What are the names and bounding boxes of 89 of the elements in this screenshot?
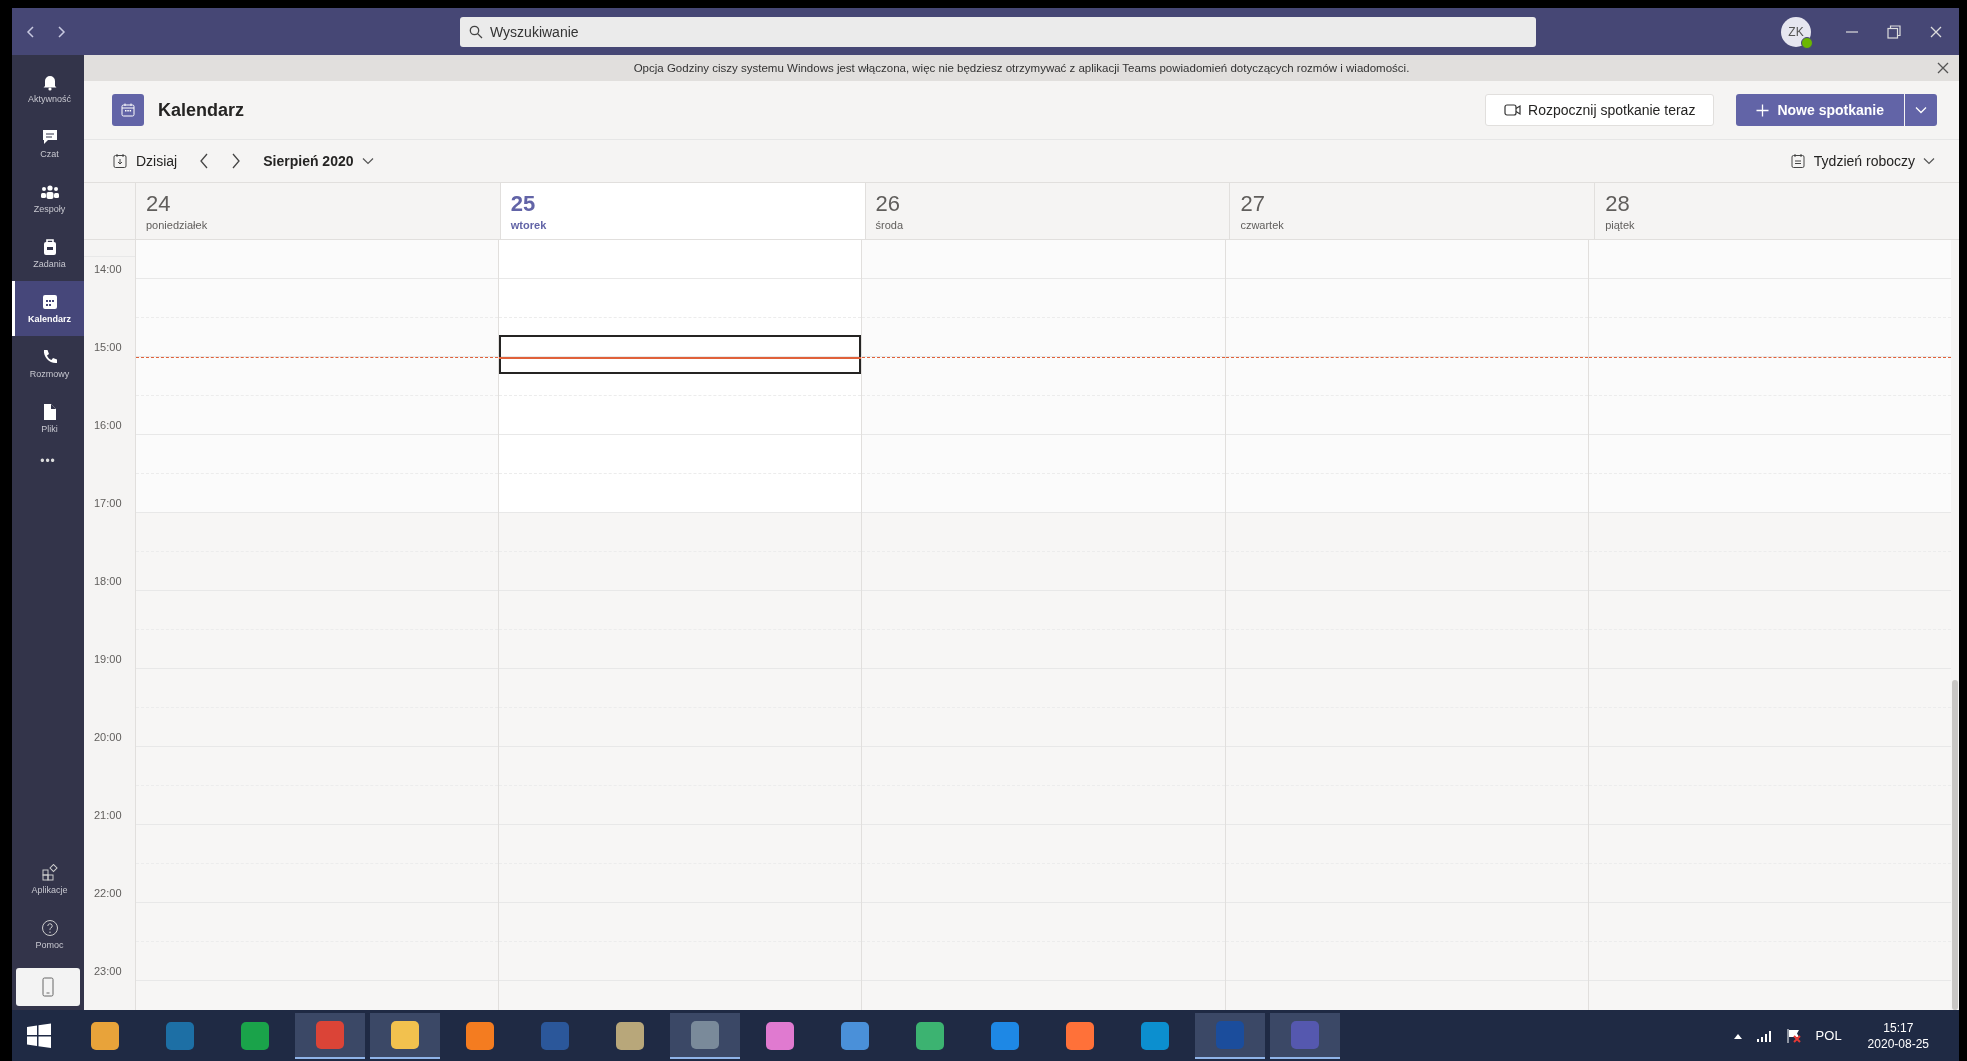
sidebar-item[interactable]: Zespoły <box>12 171 84 226</box>
back-icon[interactable] <box>26 24 36 39</box>
sidebar-item[interactable]: Pliki <box>12 391 84 446</box>
sidebar-item[interactable]: Pomoc <box>12 907 84 962</box>
calendar-today-icon <box>112 153 128 169</box>
day-header[interactable]: 24 poniedziałek <box>135 183 500 239</box>
help-icon <box>40 919 59 937</box>
sidebar-item[interactable]: Rozmowy <box>12 336 84 391</box>
flag-icon[interactable] <box>1785 1027 1802 1044</box>
scrollbar-thumb[interactable] <box>1952 680 1958 1010</box>
app-icon <box>91 1021 119 1050</box>
calendar-icon <box>112 94 144 126</box>
app-icon <box>391 1020 419 1049</box>
app-icon <box>1141 1021 1169 1050</box>
calendar-icon <box>1789 153 1806 169</box>
language-indicator[interactable]: POL <box>1815 1028 1842 1043</box>
more-button[interactable]: ••• <box>12 446 84 476</box>
app-icon <box>616 1021 644 1050</box>
time-slot[interactable] <box>499 318 862 357</box>
search-field[interactable]: Wyszukiwanie <box>460 16 1536 47</box>
avatar[interactable]: ZK <box>1781 16 1811 47</box>
sidebar-item[interactable]: Aktywność <box>12 61 84 116</box>
app-icon <box>241 1021 269 1050</box>
page-title: Kalendarz <box>158 99 245 121</box>
chevron-down-icon <box>1915 106 1927 114</box>
hour-label: 20:00 <box>94 731 122 743</box>
hour-label: 21:00 <box>94 809 122 821</box>
notification-text: Opcja Godziny ciszy systemu Windows jest włączona, więc nie będziesz otrzymywać z aplikacji Teams powiadomień dotyczących rozmów i wiadomości. <box>633 62 1410 74</box>
day-header[interactable]: 28 piątek <box>1594 183 1959 239</box>
app-icon <box>1216 1020 1244 1049</box>
taskbar-app[interactable] <box>1195 1012 1265 1059</box>
search-icon <box>469 24 483 39</box>
app-icon <box>691 1020 719 1049</box>
hour-label: 15:00 <box>94 341 122 353</box>
hour-label: 16:00 <box>94 419 122 431</box>
hour-label: 23:00 <box>94 965 122 977</box>
restore-icon[interactable] <box>1887 24 1901 39</box>
presence-icon <box>1801 36 1813 49</box>
hour-label: 22:00 <box>94 887 122 899</box>
day-header[interactable]: 27 czwartek <box>1229 183 1595 239</box>
chevron-down-icon <box>361 157 374 165</box>
chevron-down-icon <box>1923 157 1935 165</box>
app-icon <box>1066 1021 1094 1050</box>
chat-icon <box>40 128 59 146</box>
apps-icon <box>40 864 59 882</box>
device-button[interactable] <box>16 968 80 1006</box>
team-icon <box>39 183 60 201</box>
video-camera-icon <box>1504 103 1523 117</box>
app-icon <box>766 1021 794 1050</box>
sidebar-item[interactable]: Aplikacje <box>12 852 84 907</box>
sidebar-item[interactable]: Kalendarz <box>12 281 84 336</box>
clock[interactable]: 15:17 2020-08-25 <box>1867 1019 1929 1052</box>
taskbar-app[interactable] <box>370 1012 440 1059</box>
day-header[interactable]: 25 wtorek <box>499 183 865 239</box>
app-icon <box>166 1021 194 1050</box>
new-meeting-button[interactable]: Nowe spotkanie <box>1736 94 1904 126</box>
hour-label: 18:00 <box>94 575 122 587</box>
previous-icon[interactable] <box>199 153 210 169</box>
sidebar-item[interactable]: Zadania <box>12 226 84 281</box>
hour-label: 19:00 <box>94 653 122 665</box>
app-icon <box>541 1021 569 1050</box>
today-button[interactable]: Dzisiaj <box>112 153 178 169</box>
sidebar-item[interactable]: Czat <box>12 116 84 171</box>
taskbar-app[interactable] <box>1270 1012 1340 1059</box>
app-icon <box>916 1021 944 1050</box>
taskbar-app[interactable] <box>670 1012 740 1059</box>
month-picker[interactable]: Sierpień 2020 <box>263 153 374 169</box>
close-icon[interactable] <box>1937 62 1949 74</box>
calendar-icon <box>40 293 59 311</box>
plus-icon <box>1756 103 1770 117</box>
hour-label: 14:00 <box>94 263 122 275</box>
app-icon <box>316 1020 344 1049</box>
day-header[interactable]: 26 środa <box>864 183 1230 239</box>
view-picker[interactable]: Tydzień roboczy <box>1789 153 1935 169</box>
phone-device-icon <box>41 977 55 997</box>
app-icon <box>991 1021 1019 1050</box>
chevron-up-icon[interactable] <box>1733 1032 1742 1039</box>
selected-time-slot[interactable] <box>499 335 862 374</box>
hour-label: 17:00 <box>94 497 122 509</box>
taskbar-app[interactable] <box>295 1012 365 1059</box>
app-icon <box>841 1021 869 1050</box>
forward-icon[interactable] <box>56 24 66 39</box>
next-icon[interactable] <box>231 153 242 169</box>
start-icon[interactable] <box>26 1022 52 1049</box>
app-icon <box>1291 1020 1319 1049</box>
meet-now-button[interactable]: Rozpocznij spotkanie teraz <box>1485 94 1715 126</box>
dropdown-button[interactable] <box>1905 94 1937 126</box>
signal-icon[interactable] <box>1755 1029 1772 1042</box>
app-icon <box>466 1021 494 1050</box>
